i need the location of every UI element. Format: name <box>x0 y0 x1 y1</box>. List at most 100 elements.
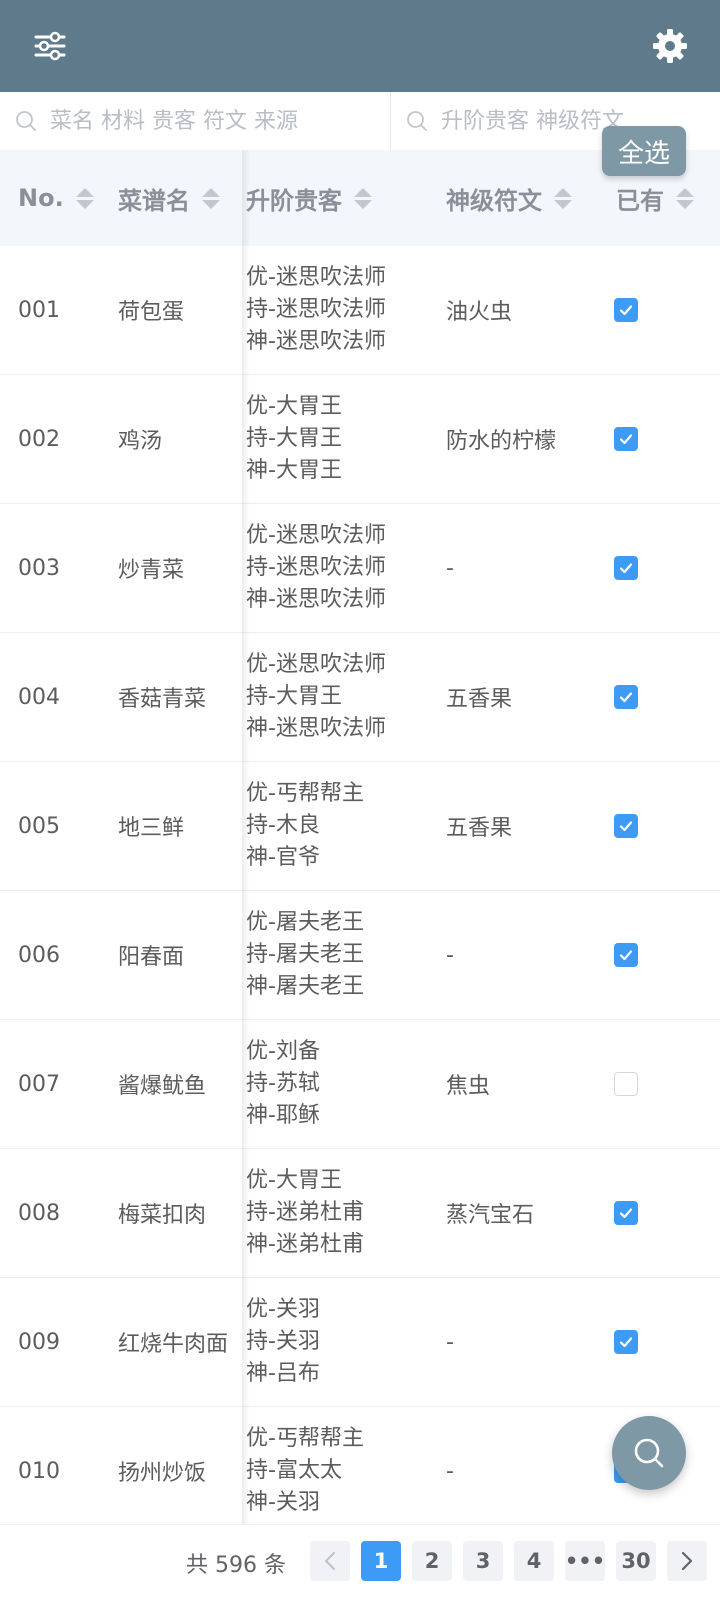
guest-excellent: 优-大胃王 <box>246 394 342 419</box>
divine-rune: - <box>446 555 454 581</box>
owned-checkbox[interactable] <box>614 298 638 322</box>
table-row[interactable]: 005 地三鲜 优-丐帮帮主 持-木良 神-官爷 五香果 <box>0 762 720 891</box>
dish-name: 扬州炒饭 <box>118 1461 207 1486</box>
owned-checkbox[interactable] <box>614 1330 638 1354</box>
table-row[interactable]: 010 扬州炒饭 优-丐帮帮主 持-富太太 神-关羽 - <box>0 1407 720 1536</box>
dish-name: 酱爆鱿鱼 <box>118 1074 207 1099</box>
owned-checkbox[interactable] <box>614 943 638 967</box>
owned-checkbox[interactable] <box>614 427 638 451</box>
guest-special: 持-木良 <box>246 813 320 838</box>
dish-name: 梅菜扣肉 <box>118 1203 207 1228</box>
select-all-button[interactable]: 全选 <box>602 126 686 176</box>
divine-rune: 五香果 <box>446 687 513 712</box>
page-button[interactable]: 2 <box>412 1541 452 1581</box>
prev-page-button[interactable] <box>310 1541 350 1581</box>
guest-divine: 神-大胃王 <box>246 458 342 483</box>
dish-number: 008 <box>18 1200 60 1226</box>
column-label: 神级符文 <box>446 186 542 215</box>
floating-search-button[interactable] <box>612 1416 686 1490</box>
gear-icon[interactable] <box>646 22 694 70</box>
dish-name: 地三鲜 <box>118 816 185 841</box>
guest-special: 持-大胃王 <box>246 684 342 709</box>
page-button[interactable]: 4 <box>514 1541 554 1581</box>
column-header-name[interactable]: 菜谱名 <box>118 150 220 246</box>
sliders-icon[interactable] <box>26 22 74 70</box>
upgrade-guests: 优-迷思吹法师 持-迷思吹法师 神-迷思吹法师 <box>246 246 386 374</box>
dish-number: 003 <box>18 555 60 581</box>
table-row[interactable]: 003 炒青菜 优-迷思吹法师 持-迷思吹法师 神-迷思吹法师 - <box>0 504 720 633</box>
table-row[interactable]: 004 香菇青菜 优-迷思吹法师 持-大胃王 神-迷思吹法师 五香果 <box>0 633 720 762</box>
sort-icon[interactable] <box>354 187 372 209</box>
owned-checkbox[interactable] <box>614 814 638 838</box>
table-row[interactable]: 007 酱爆鱿鱼 优-刘备 持-苏轼 神-耶稣 焦虫 <box>0 1020 720 1149</box>
page-button[interactable]: 3 <box>463 1541 503 1581</box>
check-icon <box>619 434 633 445</box>
column-header-no[interactable]: No. <box>18 150 94 246</box>
guest-excellent: 优-迷思吹法师 <box>246 265 386 290</box>
sort-icon[interactable] <box>554 187 572 209</box>
dish-number: 002 <box>18 426 60 452</box>
owned-checkbox[interactable] <box>614 1201 638 1225</box>
guest-special: 持-迷弟杜甫 <box>246 1200 364 1225</box>
guest-special: 持-苏轼 <box>246 1071 320 1096</box>
page-button[interactable]: 30 <box>616 1541 656 1581</box>
column-header-rune[interactable]: 神级符文 <box>446 150 572 246</box>
owned-cell <box>612 246 640 374</box>
dish-number: 007 <box>18 1071 60 1097</box>
dish-name: 香菇青菜 <box>118 687 207 712</box>
table-row[interactable]: 002 鸡汤 优-大胃王 持-大胃王 神-大胃王 防水的柠檬 <box>0 375 720 504</box>
owned-checkbox[interactable] <box>614 685 638 709</box>
guest-excellent: 优-刘备 <box>246 1039 320 1064</box>
check-icon <box>619 1337 633 1348</box>
guest-special: 持-富太太 <box>246 1458 342 1483</box>
search-icon <box>16 111 36 131</box>
owned-cell <box>612 1149 640 1277</box>
table-row[interactable]: 006 阳春面 优-屠夫老王 持-屠夫老王 神-屠夫老王 - <box>0 891 720 1020</box>
divine-rune: 蒸汽宝石 <box>446 1203 535 1228</box>
column-header-guests[interactable]: 升阶贵客 <box>246 150 372 246</box>
page-button[interactable]: 1 <box>361 1541 401 1581</box>
table-row[interactable]: 008 梅菜扣肉 优-大胃王 持-迷弟杜甫 神-迷弟杜甫 蒸汽宝石 <box>0 1149 720 1278</box>
pagination-bar: 共 596 条 1 2 3 4 ••• 30 <box>0 1524 720 1601</box>
column-label: 已有 <box>616 186 664 215</box>
upgrade-guests: 优-丐帮帮主 持-富太太 神-关羽 <box>246 1407 364 1535</box>
check-icon <box>619 563 633 574</box>
guest-special: 持-关羽 <box>246 1329 320 1354</box>
owned-checkbox[interactable] <box>614 556 638 580</box>
guest-divine: 神-迷思吹法师 <box>246 329 386 354</box>
guest-divine: 神-迷弟杜甫 <box>246 1232 364 1257</box>
search-icon <box>634 1438 664 1468</box>
page-ellipsis[interactable]: ••• <box>565 1541 605 1581</box>
owned-cell <box>612 633 640 761</box>
check-icon <box>619 1208 633 1219</box>
dish-number: 001 <box>18 297 60 323</box>
sort-icon[interactable] <box>75 187 94 209</box>
guest-divine: 神-迷思吹法师 <box>246 587 386 612</box>
owned-cell <box>612 762 640 890</box>
dish-search-input[interactable] <box>48 107 372 135</box>
dish-name: 红烧牛肉面 <box>118 1332 229 1357</box>
check-icon <box>619 821 633 832</box>
dish-name: 炒青菜 <box>118 558 185 583</box>
divine-rune: - <box>446 1329 454 1355</box>
guest-divine: 神-屠夫老王 <box>246 974 364 999</box>
guest-special: 持-大胃王 <box>246 426 342 451</box>
table-row[interactable]: 009 红烧牛肉面 优-关羽 持-关羽 神-吕布 - <box>0 1278 720 1407</box>
dish-number: 005 <box>18 813 60 839</box>
sort-icon[interactable] <box>202 187 220 209</box>
table-row[interactable]: 001 荷包蛋 优-迷思吹法师 持-迷思吹法师 神-迷思吹法师 油火虫 <box>0 246 720 375</box>
top-bar <box>0 0 720 92</box>
owned-checkbox[interactable] <box>614 1072 638 1096</box>
guest-excellent: 优-丐帮帮主 <box>246 781 364 806</box>
sort-icon[interactable] <box>676 187 694 209</box>
guest-excellent: 优-大胃王 <box>246 1168 342 1193</box>
guest-excellent: 优-关羽 <box>246 1297 320 1322</box>
guest-divine: 神-关羽 <box>246 1490 320 1515</box>
next-page-button[interactable] <box>667 1541 707 1581</box>
column-label: 升阶贵客 <box>246 186 342 215</box>
dish-number: 009 <box>18 1329 60 1355</box>
guest-excellent: 优-迷思吹法师 <box>246 523 386 548</box>
dish-number: 006 <box>18 942 60 968</box>
owned-cell <box>612 1020 640 1148</box>
dish-number: 004 <box>18 684 60 710</box>
